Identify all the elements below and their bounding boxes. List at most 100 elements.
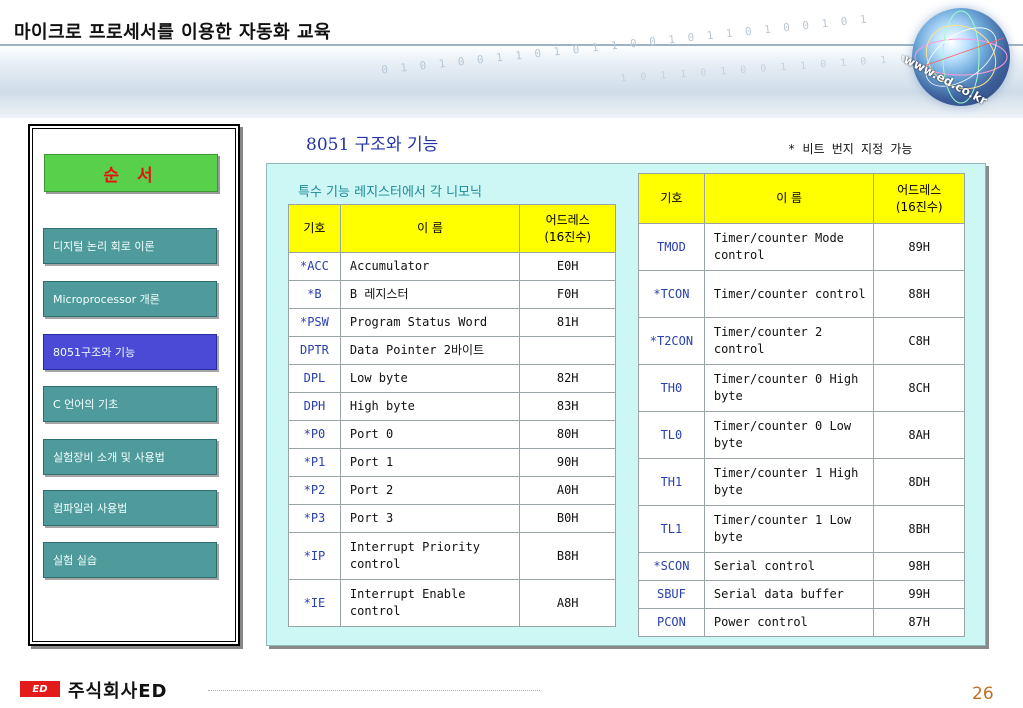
sidebar-item-c-basics[interactable]: C 언어의 기초 bbox=[43, 386, 217, 422]
register-address: 8CH bbox=[873, 364, 965, 412]
register-symbol: *TCON bbox=[638, 270, 705, 318]
register-name: Timer/counter 2 control bbox=[703, 317, 875, 365]
register-symbol: DPL bbox=[288, 364, 341, 393]
sidebar-heading: 순 서 bbox=[44, 154, 218, 192]
sidebar-item-8051[interactable]: 8051구조와 기능 bbox=[43, 334, 217, 370]
register-name: Program Status Word bbox=[339, 308, 521, 337]
register-name: Timer/counter Mode control bbox=[703, 223, 875, 271]
table-row: *IE Interrupt Enable control A8H bbox=[288, 579, 616, 627]
table-row: *B B 레지스터 F0H bbox=[288, 280, 616, 309]
table-row: DPL Low byte 82H bbox=[288, 364, 616, 393]
register-symbol: TMOD bbox=[638, 223, 705, 271]
register-name: Interrupt Enable control bbox=[339, 579, 521, 627]
register-address: 8DH bbox=[873, 458, 965, 506]
register-address: A8H bbox=[519, 579, 616, 627]
register-symbol: *PSW bbox=[288, 308, 341, 337]
register-name: Low byte bbox=[339, 364, 521, 393]
sfr-table-left-body: *ACC Accumulator E0H *B B 레지스터 F0H *PSW Program… bbox=[288, 252, 616, 627]
sidebar-item-digital-logic[interactable]: 디지털 논리 회로 이론 bbox=[43, 228, 217, 264]
register-name: Port 1 bbox=[339, 448, 521, 477]
register-name: Port 0 bbox=[339, 420, 521, 449]
register-name: Timer/counter 0 Low byte bbox=[703, 411, 875, 459]
register-name: Accumulator bbox=[339, 252, 521, 281]
register-address: 88H bbox=[873, 270, 965, 318]
table-row: *P3 Port 3 B0H bbox=[288, 504, 616, 533]
register-address: F0H bbox=[519, 280, 616, 309]
register-address: 8AH bbox=[873, 411, 965, 459]
register-address: 90H bbox=[519, 448, 616, 477]
table-row: TL1 Timer/counter 1 Low byte 8BH bbox=[638, 505, 965, 553]
header-divider bbox=[0, 44, 1023, 46]
register-address bbox=[519, 336, 616, 365]
header-address-line1: 어드레스 bbox=[897, 182, 942, 197]
header-name: 이 름 bbox=[703, 173, 875, 224]
page-number: 26 bbox=[972, 684, 994, 704]
register-symbol: *P0 bbox=[288, 420, 341, 449]
table-row: TL0 Timer/counter 0 Low byte 8AH bbox=[638, 411, 965, 459]
register-symbol: *ACC bbox=[288, 252, 341, 281]
register-address: 98H bbox=[873, 552, 965, 581]
sidebar-nav: 순 서 디지털 논리 회로 이론 Microprocessor 개론 8051구… bbox=[28, 124, 240, 646]
register-name: Interrupt Priority control bbox=[339, 532, 521, 580]
register-symbol: PCON bbox=[638, 608, 705, 637]
register-name: Power control bbox=[703, 608, 875, 637]
table-row: *PSW Program Status Word 81H bbox=[288, 308, 616, 337]
sfr-table-right: 기호 이 름 어드레스 (16진수) TMOD Timer/counter Mode… bbox=[638, 173, 965, 637]
table-row: *P0 Port 0 80H bbox=[288, 420, 616, 449]
bit-address-note: * 비트 번지 지정 가능 bbox=[788, 142, 913, 156]
table-row: TH0 Timer/counter 0 High byte 8CH bbox=[638, 364, 965, 412]
header-symbol: 기호 bbox=[638, 173, 705, 224]
header-address-line2: (16진수) bbox=[544, 229, 592, 244]
table-row: *TCON Timer/counter control 88H bbox=[638, 270, 965, 318]
register-address: 89H bbox=[873, 223, 965, 271]
section-title: 8051 구조와 기능 bbox=[306, 135, 439, 155]
register-address: E0H bbox=[519, 252, 616, 281]
register-name: Port 3 bbox=[339, 504, 521, 533]
sidebar-item-compiler[interactable]: 컴파일러 사용법 bbox=[43, 490, 217, 526]
register-symbol: *P2 bbox=[288, 476, 341, 505]
register-name: Serial data buffer bbox=[703, 580, 875, 609]
header-symbol: 기호 bbox=[288, 204, 341, 253]
company-logo-mark: ED bbox=[20, 681, 60, 697]
register-name: Port 2 bbox=[339, 476, 521, 505]
register-symbol: *IP bbox=[288, 532, 341, 580]
slide-title: 마이크로 프로세서를 이용한 자동화 교육 bbox=[14, 22, 332, 43]
register-symbol: TH1 bbox=[638, 458, 705, 506]
register-symbol: TL1 bbox=[638, 505, 705, 553]
table-subtitle: 특수 기능 레지스터에서 각 니모닉 bbox=[298, 185, 482, 200]
header-address-line2: (16진수) bbox=[895, 199, 943, 214]
register-symbol: *IE bbox=[288, 579, 341, 627]
register-address: 8BH bbox=[873, 505, 965, 553]
register-address: 87H bbox=[873, 608, 965, 637]
register-address: B0H bbox=[519, 504, 616, 533]
header-name: 이 름 bbox=[339, 204, 521, 253]
decorative-digits-2: 1 0 1 1 0 1 0 0 1 1 0 1 0 1 0 0 1 bbox=[620, 50, 951, 85]
register-address: 81H bbox=[519, 308, 616, 337]
register-symbol: TH0 bbox=[638, 364, 705, 412]
sidebar-item-lab[interactable]: 실험 실습 bbox=[43, 542, 217, 578]
table-row: *P2 Port 2 A0H bbox=[288, 476, 616, 505]
table-row: *T2CON Timer/counter 2 control C8H bbox=[638, 317, 965, 365]
sfr-table-left: 기호 이 름 어드레스 (16진수) *ACC Accumulator E0H *B B … bbox=[288, 204, 616, 627]
register-address: 82H bbox=[519, 364, 616, 393]
sidebar-item-equipment[interactable]: 실험장비 소개 및 사용법 bbox=[43, 439, 217, 475]
table-header-row: 기호 이 름 어드레스 (16진수) bbox=[638, 173, 965, 224]
sfr-table-right-body: TMOD Timer/counter Mode control 89H *TCON Ti… bbox=[638, 223, 965, 637]
register-symbol: DPTR bbox=[288, 336, 341, 365]
table-row: *ACC Accumulator E0H bbox=[288, 252, 616, 281]
register-name: Timer/counter 0 High byte bbox=[703, 364, 875, 412]
register-symbol: *P1 bbox=[288, 448, 341, 477]
register-symbol: *SCON bbox=[638, 552, 705, 581]
register-name: Timer/counter 1 High byte bbox=[703, 458, 875, 506]
table-row: SBUF Serial data buffer 99H bbox=[638, 580, 965, 609]
sidebar-item-microprocessor[interactable]: Microprocessor 개론 bbox=[43, 281, 217, 317]
register-name: Timer/counter control bbox=[703, 270, 875, 318]
register-address: 80H bbox=[519, 420, 616, 449]
table-row: *SCON Serial control 98H bbox=[638, 552, 965, 581]
register-symbol: *T2CON bbox=[638, 317, 705, 365]
register-name: High byte bbox=[339, 392, 521, 421]
header-address-line1: 어드레스 bbox=[545, 212, 590, 227]
table-row: PCON Power control 87H bbox=[638, 608, 965, 637]
table-row: *IP Interrupt Priority control B8H bbox=[288, 532, 616, 580]
register-symbol: TL0 bbox=[638, 411, 705, 459]
